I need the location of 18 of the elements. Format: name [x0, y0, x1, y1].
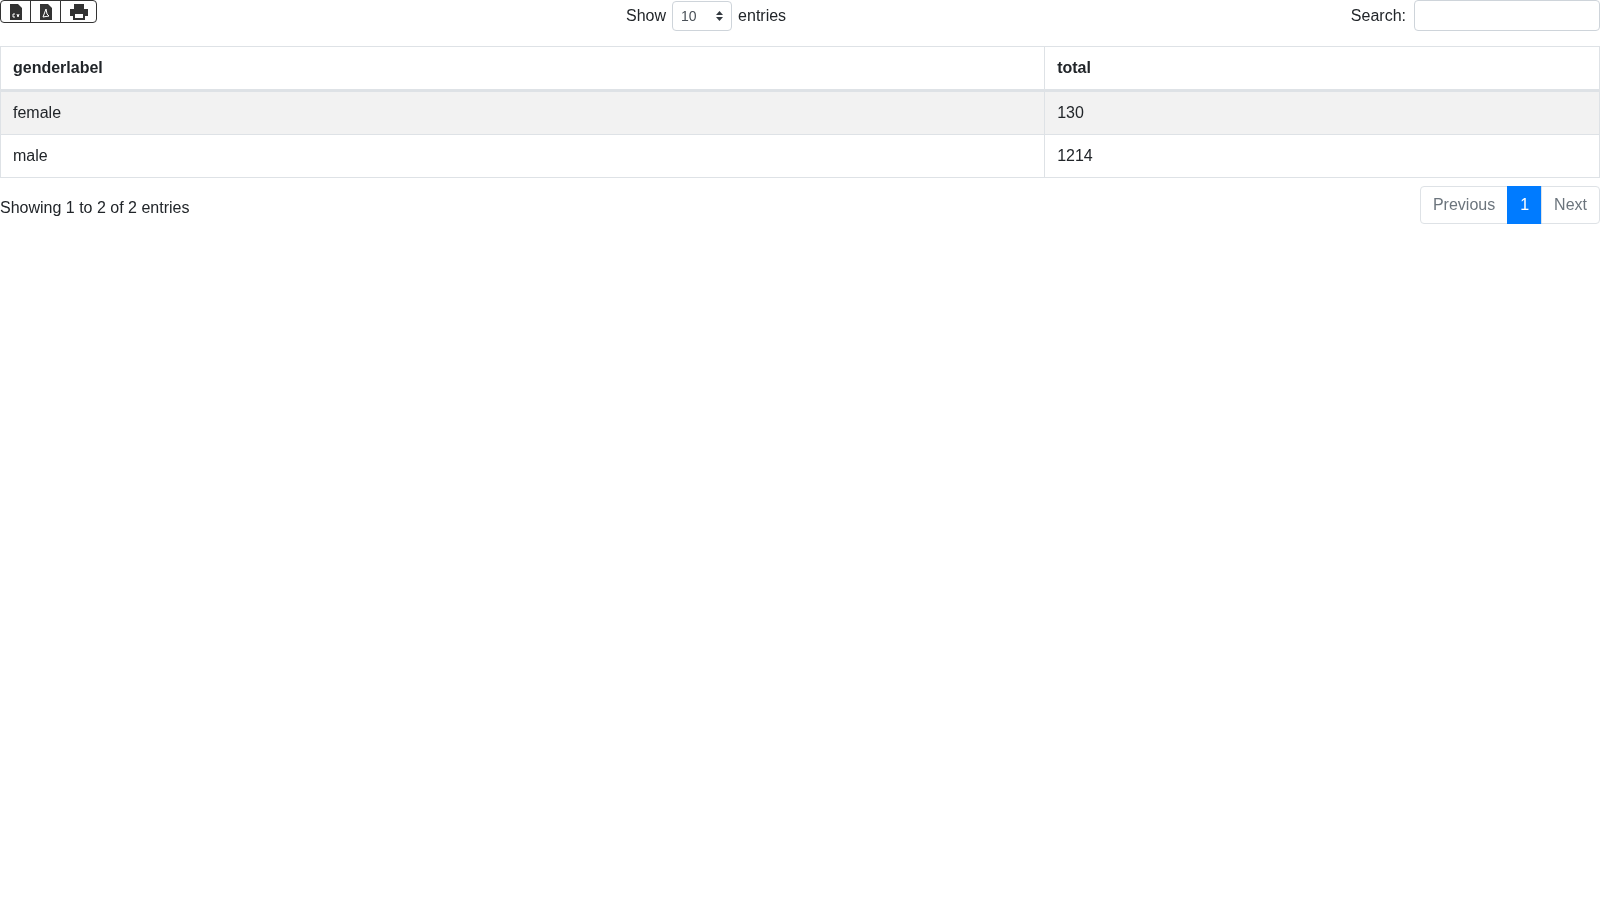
csv-file-icon	[9, 3, 22, 20]
entries-label: entries	[738, 6, 787, 25]
export-button[interactable]	[0, 0, 31, 23]
search-label: Search:	[1350, 6, 1406, 25]
table-info: Showing 1 to 2 of 2 entries	[0, 198, 190, 217]
table-cell: female	[0, 90, 1045, 135]
page-length-select[interactable]: 10	[672, 0, 733, 31]
show-label: Show	[626, 6, 667, 25]
pdf-file-icon	[39, 3, 52, 20]
pagination-button[interactable]: 1	[1507, 186, 1543, 224]
print-button[interactable]	[60, 0, 97, 23]
sort-arrows-icon	[716, 10, 724, 21]
search-field[interactable]	[1414, 0, 1600, 31]
print-icon	[69, 3, 88, 20]
table-cell: male	[0, 134, 1045, 178]
table-cell: 1214	[1044, 134, 1600, 178]
export-button[interactable]	[30, 0, 61, 23]
table-cell: 130	[1044, 90, 1600, 135]
